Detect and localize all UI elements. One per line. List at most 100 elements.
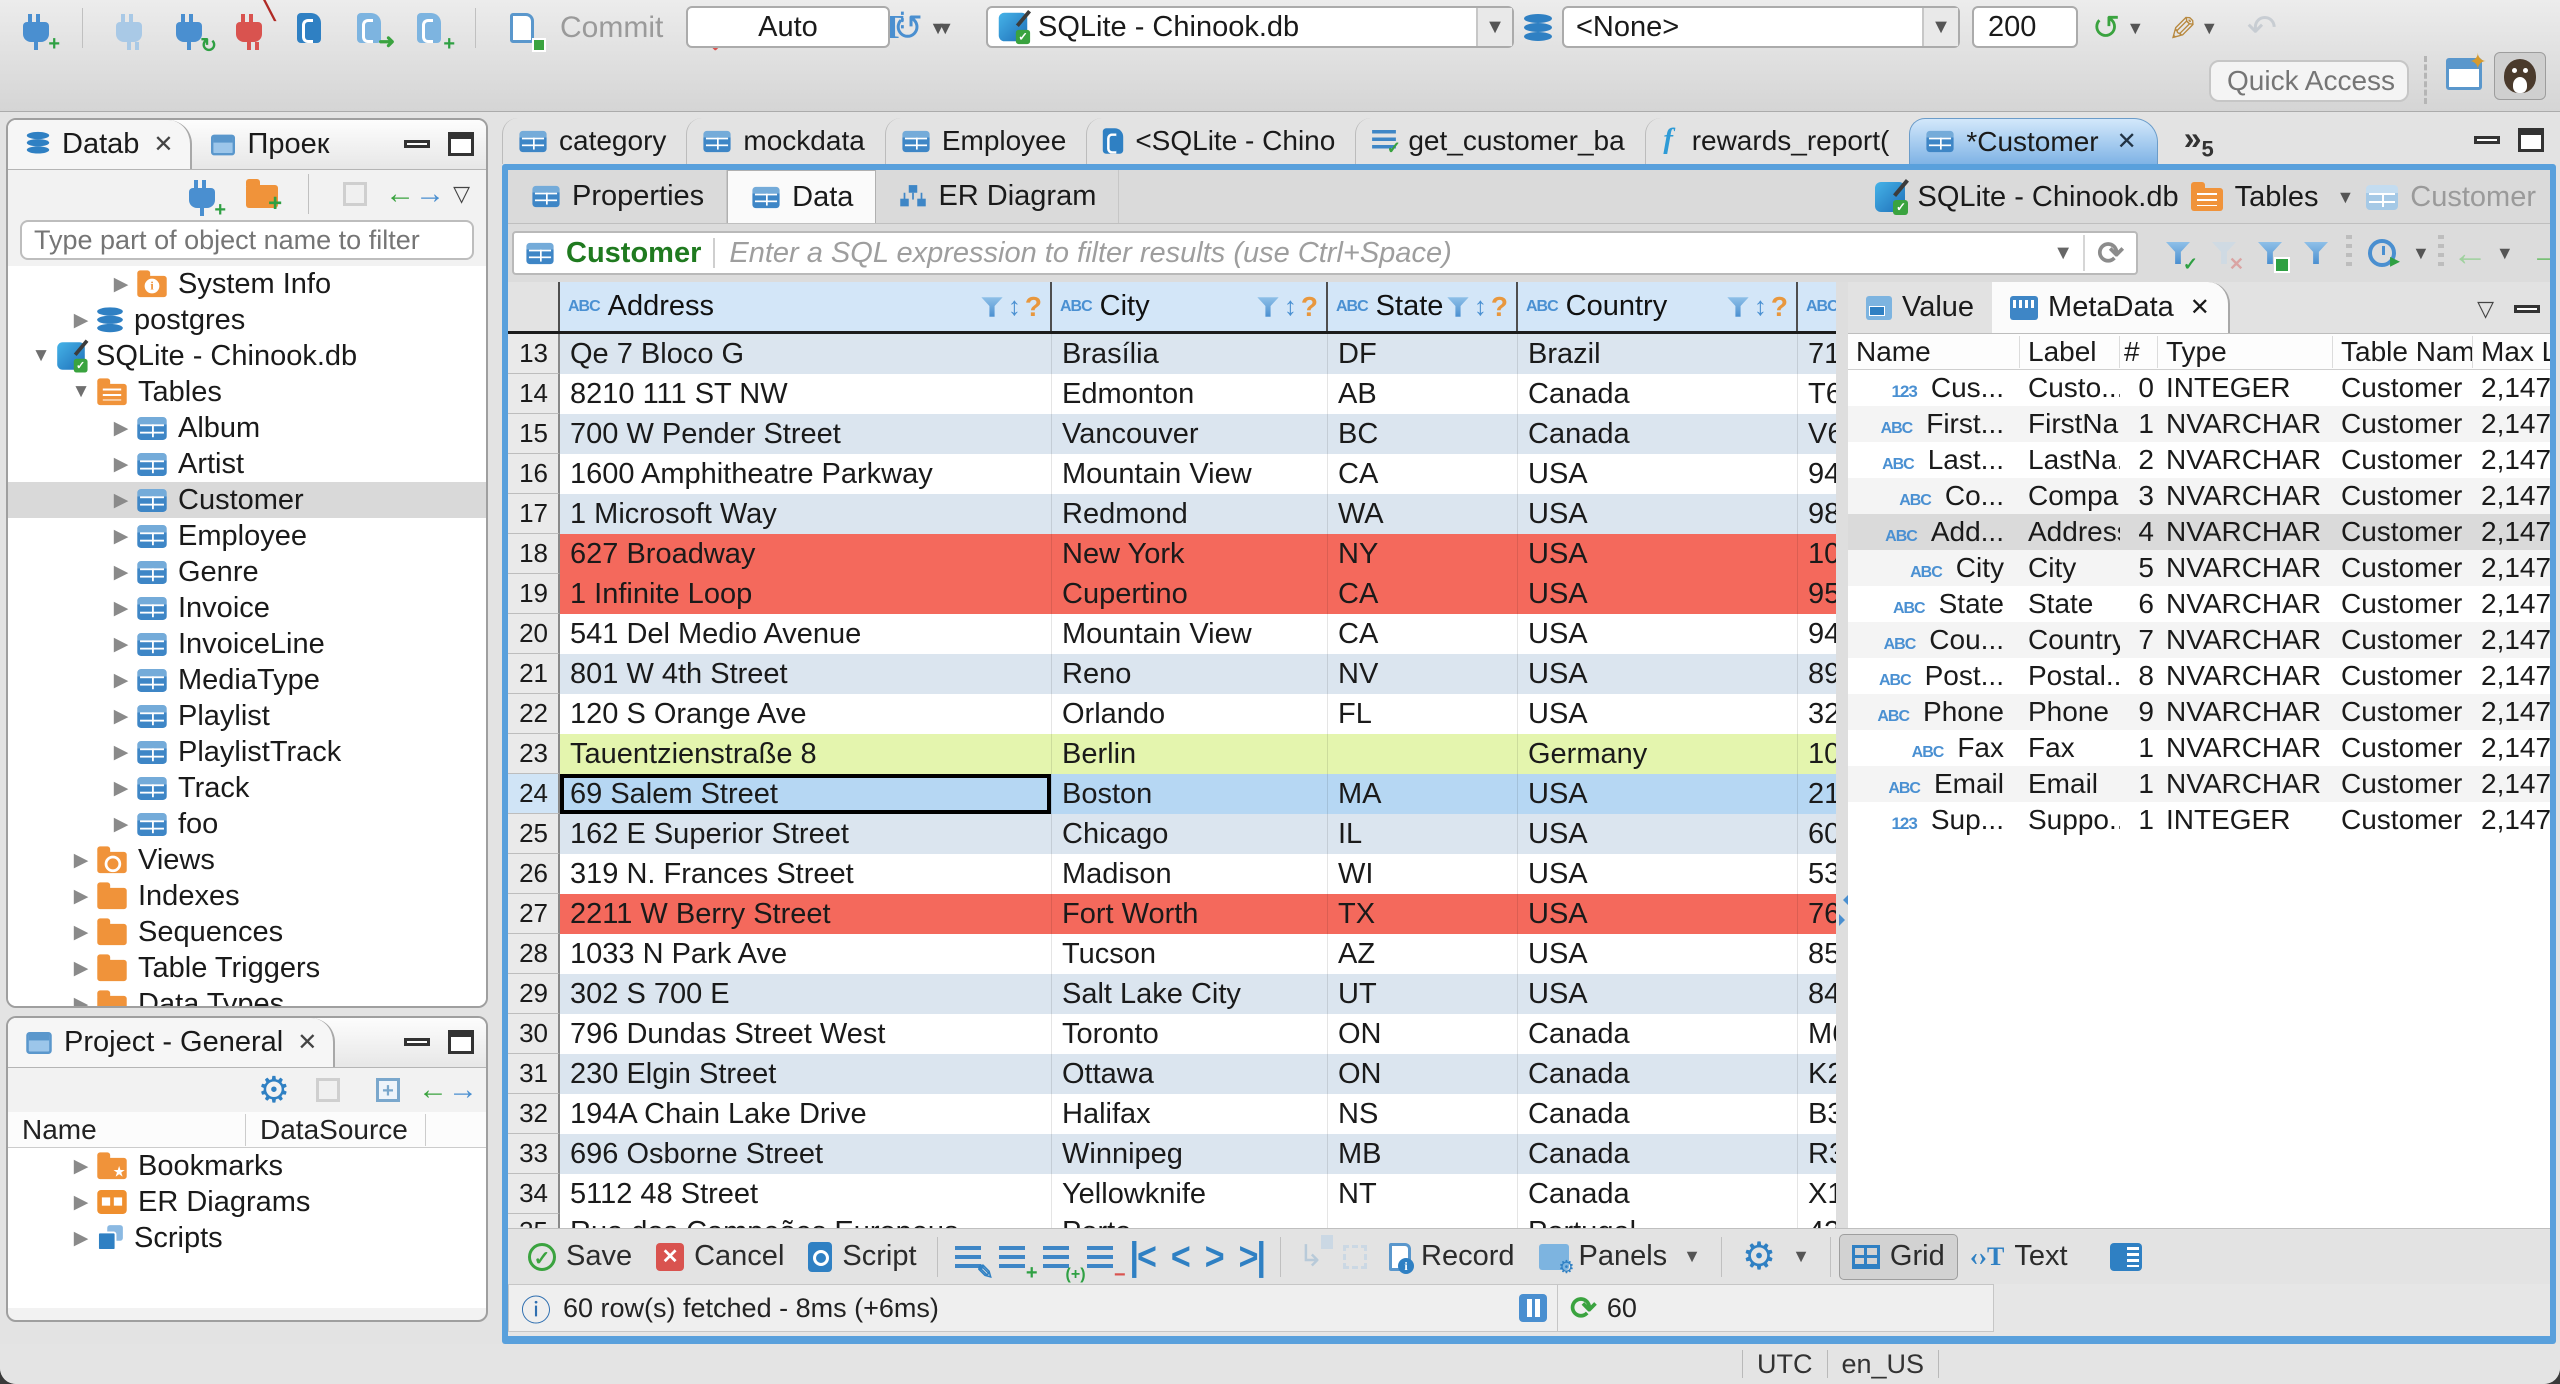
maximize-icon[interactable] bbox=[2518, 128, 2544, 152]
expand-arrow-icon[interactable] bbox=[106, 453, 136, 476]
new-connection-button[interactable]: + bbox=[14, 6, 60, 54]
tree-item[interactable]: Invoice bbox=[8, 590, 486, 626]
close-icon[interactable]: ✕ bbox=[2190, 293, 2210, 322]
tree-item[interactable]: Customer bbox=[8, 482, 486, 518]
cell-city[interactable]: Tucson bbox=[1052, 934, 1328, 974]
cell-state[interactable]: WA bbox=[1328, 494, 1518, 534]
edit-cell-icon[interactable]: ✎ bbox=[946, 1235, 994, 1283]
cell-city[interactable]: Brasília bbox=[1052, 334, 1328, 374]
toggle-panels-icon[interactable] bbox=[2109, 1242, 2142, 1271]
table-row[interactable]: 24 69 Salem Street Boston MA USA 21 bbox=[508, 774, 1836, 814]
cell-city[interactable]: Halifax bbox=[1052, 1094, 1328, 1134]
row-number-cell[interactable]: 17 bbox=[508, 494, 560, 534]
schema-selector[interactable]: <None> ▼ bbox=[1562, 6, 1960, 48]
expand-arrow-icon[interactable] bbox=[106, 777, 136, 800]
cell-state[interactable]: FL bbox=[1328, 694, 1518, 734]
cell-state[interactable]: AB bbox=[1328, 374, 1518, 414]
cell-state[interactable]: CA bbox=[1328, 454, 1518, 494]
editor-subtab[interactable]: Properties bbox=[508, 170, 728, 223]
row-number-cell[interactable]: 19 bbox=[508, 574, 560, 614]
expand-arrow-icon[interactable] bbox=[66, 381, 96, 403]
editor-tab[interactable]: mockdata ✕ bbox=[686, 118, 884, 164]
magic-wand-icon[interactable]: ✎ ▼ bbox=[2161, 6, 2218, 50]
metadata-row[interactable]: State State 6 NVARCHAR Customer 2,147,48… bbox=[1848, 586, 2550, 622]
tab-metadata[interactable]: MetaData ✕ bbox=[1992, 282, 2230, 333]
cell-country[interactable]: USA bbox=[1518, 534, 1798, 574]
next-row-icon[interactable]: > bbox=[1197, 1237, 1231, 1276]
cell-address[interactable]: 5112 48 Street bbox=[560, 1174, 1052, 1214]
row-number-cell[interactable]: 34 bbox=[508, 1174, 560, 1214]
cell-address[interactable]: 1 Microsoft Way bbox=[560, 494, 1052, 534]
cell-country[interactable]: Germany bbox=[1518, 734, 1798, 774]
column-header-state[interactable]: State ↕? bbox=[1328, 282, 1518, 331]
cell-country[interactable]: USA bbox=[1518, 614, 1798, 654]
cell-postalcode[interactable]: 53 bbox=[1798, 854, 1836, 894]
maximize-icon[interactable] bbox=[448, 1030, 474, 1054]
cell-address[interactable]: Qe 7 Bloco G bbox=[560, 334, 1052, 374]
cell-address[interactable]: 1600 Amphitheatre Parkway bbox=[560, 454, 1052, 494]
cell-postalcode[interactable]: K2 bbox=[1798, 1054, 1836, 1094]
breadcrumb-entity[interactable]: Customer bbox=[2410, 181, 2536, 214]
grid-view-button[interactable]: Grid bbox=[1838, 1233, 1958, 1280]
reconnect-icon[interactable]: ↻ bbox=[167, 6, 217, 56]
tree-item[interactable]: foo bbox=[8, 806, 486, 842]
cell-state[interactable]: WI bbox=[1328, 854, 1518, 894]
sql-editor-icon[interactable] bbox=[287, 6, 331, 50]
table-row[interactable]: 27 2211 W Berry Street Fort Worth TX USA… bbox=[508, 894, 1836, 934]
table-row[interactable]: 19 1 Infinite Loop Cupertino CA USA 95 bbox=[508, 574, 1836, 614]
expand-arrow-icon[interactable] bbox=[66, 885, 96, 908]
cell-country[interactable]: Canada bbox=[1518, 1134, 1798, 1174]
column-header-country[interactable]: Country ↕? bbox=[1518, 282, 1798, 331]
column-header-name[interactable]: Name bbox=[8, 1113, 246, 1146]
cell-city[interactable]: Porto bbox=[1052, 1214, 1328, 1228]
cell-state[interactable]: NV bbox=[1328, 654, 1518, 694]
cell-city[interactable]: Chicago bbox=[1052, 814, 1328, 854]
connection-icon[interactable] bbox=[1875, 182, 1909, 215]
timer-caret-icon[interactable]: ▼ bbox=[2412, 243, 2430, 264]
commit-icon[interactable] bbox=[500, 6, 546, 52]
column-header-name[interactable]: Name bbox=[1848, 335, 2020, 368]
tree-item[interactable]: Tables bbox=[8, 374, 486, 410]
cell-address[interactable]: 194A Chain Lake Drive bbox=[560, 1094, 1052, 1134]
cell-city[interactable]: Salt Lake City bbox=[1052, 974, 1328, 1014]
connection-selector[interactable]: SQLite - Chinook.db ▼ bbox=[986, 6, 1514, 48]
cell-country[interactable]: USA bbox=[1518, 694, 1798, 734]
cell-city[interactable]: Winnipeg bbox=[1052, 1134, 1328, 1174]
expand-arrow-icon[interactable] bbox=[106, 561, 136, 584]
tree-item[interactable]: postgres bbox=[8, 302, 486, 338]
cell-postalcode[interactable]: 71 bbox=[1798, 334, 1836, 374]
tree-item[interactable]: SQLite - Chinook.db bbox=[8, 338, 486, 374]
cell-address[interactable]: 796 Dundas Street West bbox=[560, 1014, 1052, 1054]
cell-state[interactable]: CA bbox=[1328, 574, 1518, 614]
cell-address[interactable]: 2211 W Berry Street bbox=[560, 894, 1052, 934]
cell-state[interactable]: ON bbox=[1328, 1014, 1518, 1054]
tree-item[interactable]: Genre bbox=[8, 554, 486, 590]
cell-postalcode[interactable]: 21 bbox=[1798, 774, 1836, 814]
cell-state[interactable]: NS bbox=[1328, 1094, 1518, 1134]
row-number-cell[interactable]: 14 bbox=[508, 374, 560, 414]
cell-country[interactable]: USA bbox=[1518, 934, 1798, 974]
row-number-cell[interactable]: 23 bbox=[508, 734, 560, 774]
table-row[interactable]: 30 796 Dundas Street West Toronto ON Can… bbox=[508, 1014, 1836, 1054]
expand-arrow-icon[interactable] bbox=[66, 921, 96, 944]
expand-arrow-icon[interactable] bbox=[66, 1191, 96, 1214]
cell-city[interactable]: New York bbox=[1052, 534, 1328, 574]
cell-city[interactable]: Toronto bbox=[1052, 1014, 1328, 1054]
cell-state[interactable]: TX bbox=[1328, 894, 1518, 934]
metadata-row[interactable]: Fax Fax 1 NVARCHAR Customer 2,147,483 bbox=[1848, 730, 2550, 766]
cell-city[interactable]: Yellowknife bbox=[1052, 1174, 1328, 1214]
table-row[interactable]: 25 162 E Superior Street Chicago IL USA … bbox=[508, 814, 1836, 854]
new-folder-icon[interactable] bbox=[240, 172, 284, 216]
tree-item[interactable]: Views bbox=[8, 842, 486, 878]
expand-arrow-icon[interactable] bbox=[66, 1227, 96, 1250]
sort-icon[interactable]: ↕ bbox=[1474, 291, 1487, 322]
cell-city[interactable]: Ottawa bbox=[1052, 1054, 1328, 1094]
minimize-icon[interactable] bbox=[2474, 136, 2500, 144]
connection-dropdown-icon[interactable]: ▼ bbox=[1476, 8, 1512, 46]
cell-state[interactable]: IL bbox=[1328, 814, 1518, 854]
last-row-icon[interactable]: >| bbox=[1231, 1237, 1272, 1276]
cell-country[interactable]: USA bbox=[1518, 774, 1798, 814]
project-item[interactable]: Bookmarks bbox=[8, 1148, 486, 1184]
tree-item[interactable]: MediaType bbox=[8, 662, 486, 698]
expand-arrow-icon[interactable] bbox=[106, 813, 136, 836]
